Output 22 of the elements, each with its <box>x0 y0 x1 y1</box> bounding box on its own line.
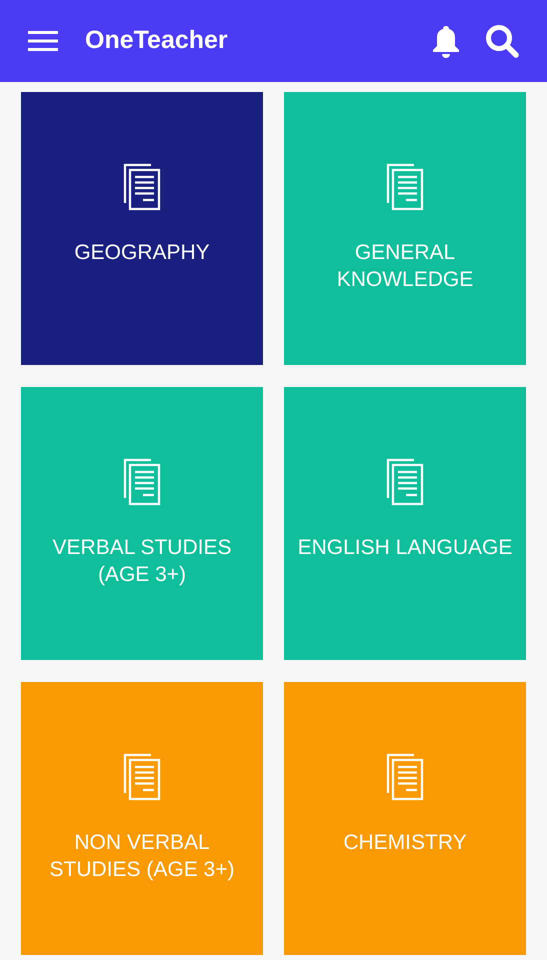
subject-tile[interactable]: GEOGRAPHY <box>21 92 263 365</box>
subject-tile[interactable]: ENGLISH LANGUAGE <box>284 387 526 660</box>
bell-icon[interactable] <box>431 24 461 58</box>
subject-tile[interactable]: VERBAL STUDIES (AGE 3+) <box>21 387 263 660</box>
tile-label: GEOGRAPHY <box>74 240 210 266</box>
tile-label: CHEMISTRY <box>343 830 467 856</box>
document-icon <box>385 458 425 506</box>
tile-label: GENERAL KNOWLEDGE <box>336 240 474 293</box>
subject-tile[interactable]: NON VERBAL STUDIES (AGE 3+) <box>21 682 263 955</box>
app-title: OneTeacher <box>85 25 228 56</box>
subject-tile[interactable]: GENERAL KNOWLEDGE <box>284 92 526 365</box>
search-icon[interactable] <box>485 24 519 58</box>
document-icon <box>385 753 425 801</box>
tile-label: VERBAL STUDIES (AGE 3+) <box>52 535 232 588</box>
document-icon <box>385 163 425 211</box>
document-icon <box>122 458 162 506</box>
subject-tile[interactable]: CHEMISTRY <box>284 682 526 955</box>
document-icon <box>122 163 162 211</box>
menu-icon[interactable] <box>28 30 58 52</box>
tile-label: ENGLISH LANGUAGE <box>298 535 512 561</box>
document-icon <box>122 753 162 801</box>
tile-label: NON VERBAL STUDIES (AGE 3+) <box>48 830 236 883</box>
